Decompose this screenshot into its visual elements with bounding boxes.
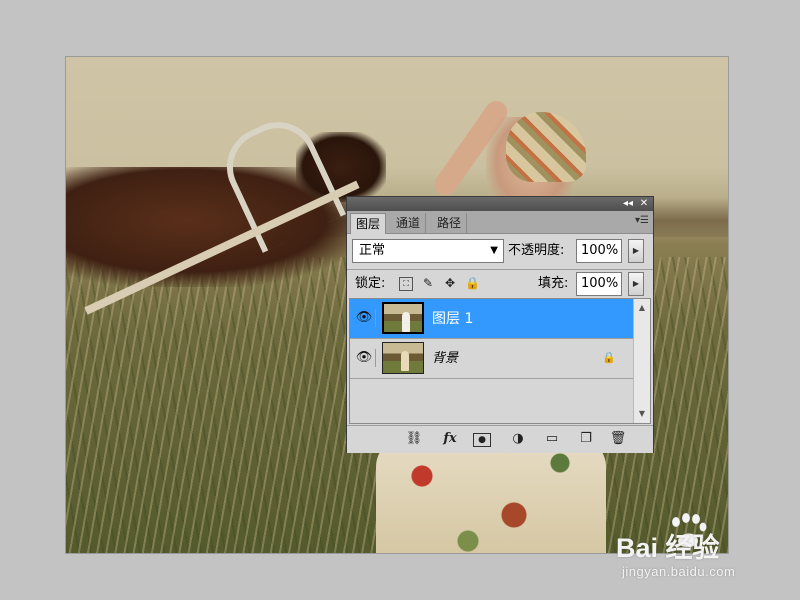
blend-mode-select[interactable]: 正常 ▼ [352, 239, 504, 263]
scroll-up-icon[interactable]: ▲ [634, 301, 650, 315]
new-layer-icon[interactable]: ❐ [575, 430, 597, 448]
double-chevron-left-icon[interactable]: ◂◂ [621, 197, 635, 211]
lock-transparency-icon[interactable]: ⛶ [399, 277, 413, 291]
baidu-watermark: Bai 经验 jingyan.baidu.com [612, 512, 792, 592]
eye-icon[interactable]: 👁 [353, 309, 376, 327]
panel-footer: ⛓ fx ● ◑ ▭ ❐ 🗑 [347, 425, 653, 453]
trash-icon[interactable]: 🗑 [607, 430, 629, 448]
tab-layers[interactable]: 图层 [350, 213, 387, 234]
layer-name[interactable]: 图层 1 [432, 309, 473, 329]
eye-icon[interactable]: 👁 [353, 349, 376, 367]
layer-row-layer1[interactable]: 👁 图层 1 [350, 299, 634, 339]
fill-input[interactable]: 100% [576, 272, 622, 296]
mask-icon[interactable]: ● [473, 433, 491, 447]
layer-list-scrollbar[interactable]: ▲ ▼ [633, 299, 650, 423]
layer-name[interactable]: 背景 [432, 349, 458, 369]
panel-tabs: 图层 通道 路径 ▾☰ [347, 211, 653, 234]
lock-move-icon[interactable]: ✥ [443, 276, 457, 290]
watermark-brand: Bai 经验 [616, 533, 720, 563]
fx-icon[interactable]: fx [439, 430, 461, 448]
opacity-slider-arrow-icon[interactable]: ▶ [628, 239, 644, 263]
scroll-down-icon[interactable]: ▼ [634, 407, 650, 421]
layer-row-background[interactable]: 👁 背景 🔒 [350, 339, 634, 379]
lock-brush-icon[interactable]: ✎ [421, 276, 435, 290]
lock-all-icon[interactable]: 🔒 [465, 276, 480, 290]
blend-mode-value: 正常 [359, 243, 386, 258]
panel-menu-icon[interactable]: ▾☰ [635, 215, 649, 226]
layer-thumbnail[interactable] [382, 302, 424, 334]
layer-list: 👁 图层 1 👁 背景 🔒 ▲ ▼ [349, 298, 651, 424]
close-icon[interactable]: ✕ [637, 197, 651, 211]
divider [347, 269, 653, 270]
folder-icon[interactable]: ▭ [541, 430, 563, 448]
lock-icon: 🔒 [602, 351, 616, 364]
tab-paths[interactable]: 路径 [432, 213, 468, 233]
opacity-input[interactable]: 100% [576, 239, 622, 263]
floral-dress [376, 437, 606, 553]
tab-channels[interactable]: 通道 [391, 213, 427, 233]
panel-titlebar[interactable]: ◂◂ ✕ [347, 197, 653, 211]
opacity-label: 不透明度: [508, 243, 565, 258]
layers-panel: ◂◂ ✕ 图层 通道 路径 ▾☰ 正常 ▼ 不透明度: 100% ▶ 锁定: ⛶… [346, 196, 654, 453]
link-icon[interactable]: ⛓ [403, 430, 425, 448]
adjustment-icon[interactable]: ◑ [507, 430, 529, 448]
chevron-down-icon: ▼ [490, 245, 498, 256]
fill-slider-arrow-icon[interactable]: ▶ [628, 272, 644, 296]
fill-label: 填充: [538, 276, 569, 291]
watermark-url: jingyan.baidu.com [622, 564, 736, 579]
lock-label: 锁定: [355, 276, 386, 291]
layer-thumbnail[interactable] [382, 342, 424, 374]
